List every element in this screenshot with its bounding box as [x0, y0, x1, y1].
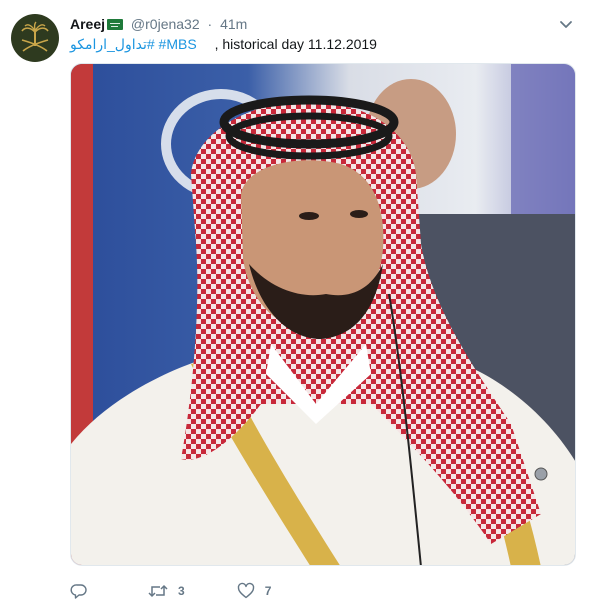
user-handle[interactable]: @r0jena32: [131, 16, 200, 32]
palm-and-swords-emblem-icon: [21, 21, 49, 52]
reply-button[interactable]: [70, 582, 90, 600]
like-button[interactable]: 7: [237, 582, 272, 600]
retweet-icon: [148, 584, 168, 598]
portrait-photo: [71, 64, 575, 565]
retweet-button[interactable]: 3: [148, 582, 185, 600]
retweet-count: 3: [178, 584, 185, 598]
tweet: Areej @r0jena32 · 41m #تداول_ارامكو #MBS…: [0, 0, 590, 602]
chevron-down-icon: [560, 21, 572, 28]
tweet-menu-button[interactable]: [558, 16, 574, 32]
separator-dot: ·: [207, 16, 213, 32]
tweet-actions: 3 7: [70, 582, 271, 600]
tweet-body-text: , historical day 11.12.2019: [214, 36, 377, 52]
display-name[interactable]: Areej: [70, 16, 105, 32]
heart-icon: [237, 582, 254, 599]
tweet-photo[interactable]: [70, 63, 576, 566]
like-count: 7: [264, 584, 272, 598]
hashtag-mbs[interactable]: #MBS: [159, 36, 197, 52]
tweet-text: #تداول_ارامكو #MBS , historical day 11.1…: [70, 35, 377, 53]
hashtag-aramco[interactable]: #تداول_ارامكو: [70, 36, 155, 52]
timestamp[interactable]: 41m: [220, 16, 247, 32]
avatar[interactable]: [11, 14, 59, 62]
tweet-header: Areej @r0jena32 · 41m: [70, 15, 247, 33]
reply-icon: [70, 584, 87, 599]
saudi-flag-icon: [107, 19, 124, 30]
